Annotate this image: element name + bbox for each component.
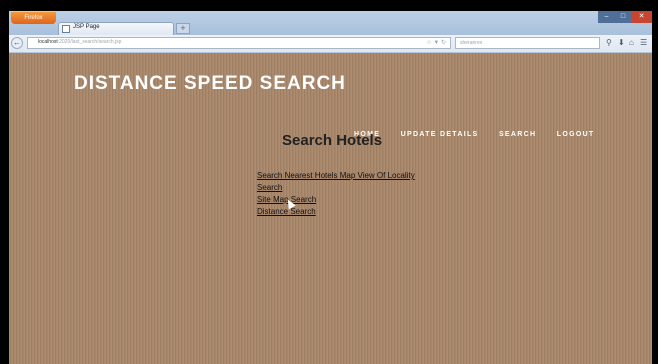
link-site-map-search[interactable]: Site Map Search (257, 194, 415, 206)
url-bar[interactable]: localhost:2020/last_search/search.jsp ☆ … (27, 37, 451, 49)
link-distance-search[interactable]: Distance Search (257, 206, 415, 218)
search-bar[interactable]: sheranrex (455, 37, 600, 49)
menu-search[interactable]: SEARCH (499, 131, 536, 138)
site-title: DISTANCE SPEED SEARCH (74, 73, 346, 94)
url-text: localhost:2020/last_search/search.jsp (38, 39, 122, 45)
search-links: Search Nearest Hotels Map View Of Locali… (257, 170, 415, 218)
main-menu: HOME UPDATE DETAILS SEARCH LOGOUT (354, 123, 611, 141)
close-icon[interactable]: ✕ (631, 11, 652, 23)
link-nearest-hotels-map[interactable]: Search Nearest Hotels Map View Of Locali… (257, 170, 415, 182)
link-search[interactable]: Search (257, 182, 415, 194)
maximize-icon[interactable]: □ (615, 11, 631, 23)
download-icon[interactable]: ⬇ (618, 37, 625, 49)
browser-tab[interactable]: JSP Page (58, 22, 174, 35)
minimize-icon[interactable]: – (598, 11, 615, 23)
browser-window: Firefox JSP Page + – □ ✕ ← localhost:202… (9, 11, 652, 364)
navigation-bar: ← localhost:2020/last_search/search.jsp … (9, 35, 652, 53)
menu-icon[interactable]: ☰ (640, 37, 647, 49)
tab-title: JSP Page (73, 24, 100, 30)
menu-logout[interactable]: LOGOUT (557, 131, 595, 138)
page-icon (62, 25, 70, 33)
back-arrow-icon[interactable]: ← (11, 37, 23, 49)
page-content: DISTANCE SPEED SEARCH HOME UPDATE DETAIL… (9, 53, 652, 364)
home-icon[interactable]: ⌂ (629, 37, 634, 49)
page-heading: Search Hotels (282, 132, 383, 149)
firefox-menu-button[interactable]: Firefox (11, 12, 56, 24)
reload-icon[interactable]: ☆ ▼ ↻ (426, 39, 446, 46)
title-bar: Firefox JSP Page + – □ ✕ (9, 11, 652, 35)
menu-update-details[interactable]: UPDATE DETAILS (401, 131, 479, 138)
new-tab-button[interactable]: + (176, 23, 190, 34)
search-placeholder: sheranrex (460, 40, 483, 46)
search-icon[interactable]: ⚲ (606, 37, 612, 49)
